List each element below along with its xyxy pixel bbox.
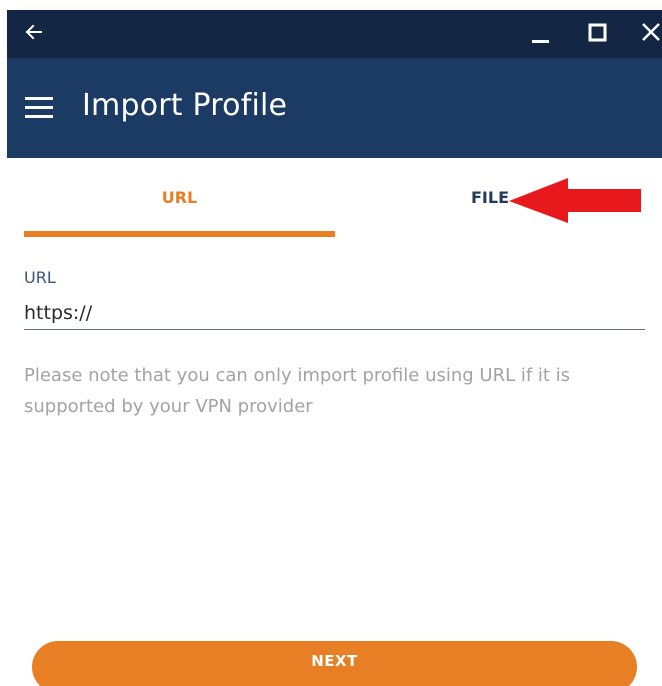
window-titlebar bbox=[7, 10, 662, 58]
url-input[interactable] bbox=[24, 296, 645, 330]
arrow-left-icon[interactable] bbox=[21, 19, 47, 45]
url-field-label: URL bbox=[24, 268, 56, 287]
next-button[interactable]: NEXT bbox=[32, 641, 637, 686]
maximize-icon[interactable] bbox=[584, 18, 612, 46]
app-header: Import Profile bbox=[7, 58, 662, 158]
red-arrow-annotation bbox=[509, 178, 641, 223]
tab-url[interactable]: URL bbox=[24, 188, 335, 207]
active-tab-indicator bbox=[24, 231, 335, 237]
app-window: Import Profile URL FILE URL Please note … bbox=[0, 0, 662, 686]
minimize-icon[interactable] bbox=[526, 18, 554, 46]
page-title: Import Profile bbox=[82, 88, 288, 123]
url-import-note: Please note that you can only import pro… bbox=[24, 365, 571, 417]
close-icon[interactable] bbox=[637, 18, 662, 46]
hamburger-menu-icon[interactable] bbox=[24, 93, 54, 123]
